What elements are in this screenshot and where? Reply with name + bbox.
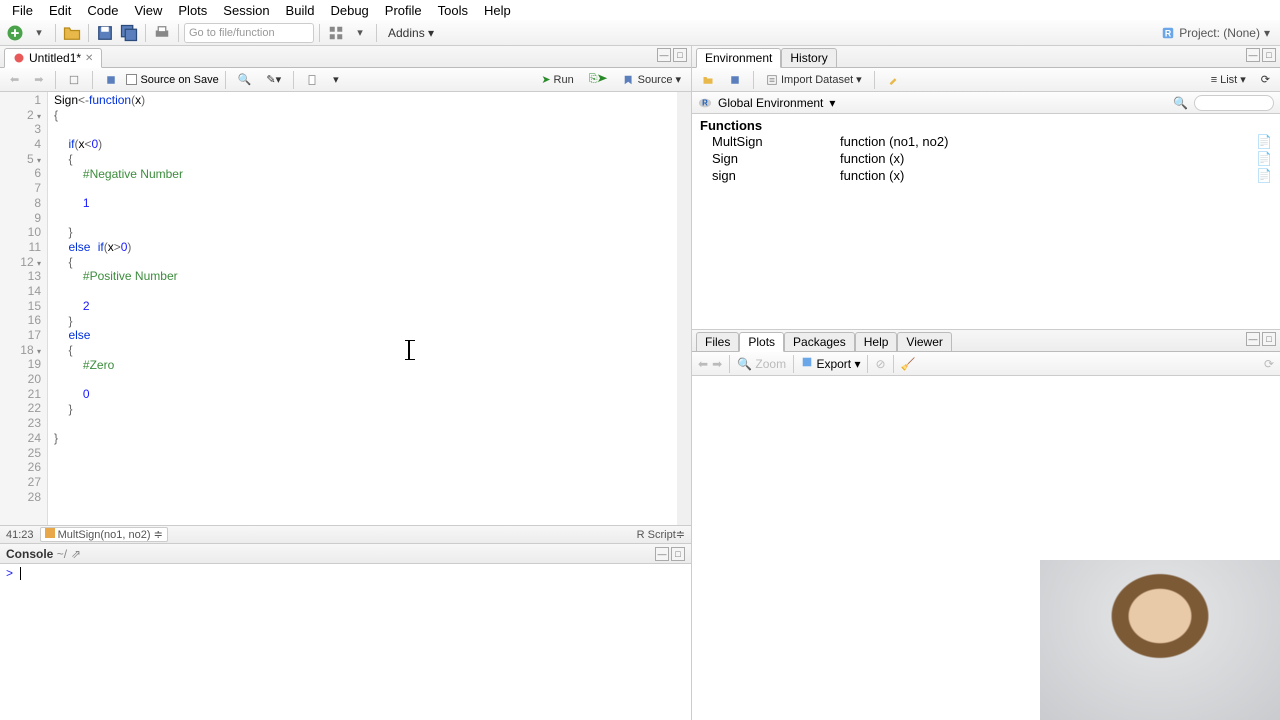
show-in-new-window-button[interactable] — [62, 71, 86, 89]
help-tab[interactable]: Help — [855, 332, 898, 352]
main-toolbar: ▾ Go to file/function ▾ Addins ▾ R Proje… — [0, 20, 1280, 46]
minimize-pane-button[interactable]: — — [657, 48, 671, 62]
env-row[interactable]: Signfunction (x)📄 — [700, 150, 1272, 167]
packages-tab[interactable]: Packages — [784, 332, 855, 352]
svg-text:R: R — [702, 98, 708, 107]
menu-debug[interactable]: Debug — [322, 3, 376, 18]
history-tab[interactable]: History — [781, 48, 836, 68]
search-icon: 🔍 — [1173, 96, 1188, 110]
menu-help[interactable]: Help — [476, 3, 519, 18]
function-breadcrumb[interactable]: MultSign(no1, no2) ≑ — [40, 527, 168, 542]
console-title: Console — [6, 547, 53, 561]
environment-tab[interactable]: Environment — [696, 48, 781, 68]
console-pane: Console ~/ ⇗ — □ > — [0, 544, 691, 720]
source-pane: Untitled1* ✕ — □ ⬅ ➡ Source on Save 🔍 — [0, 46, 691, 544]
files-tab[interactable]: Files — [696, 332, 739, 352]
save-all-button[interactable] — [118, 23, 140, 43]
language-mode[interactable]: R Script — [637, 529, 676, 541]
save-source-button[interactable] — [99, 71, 123, 89]
plots-minimize-button[interactable]: — — [1246, 332, 1260, 346]
viewer-tab[interactable]: Viewer — [897, 332, 951, 352]
menu-bar: File Edit Code View Plots Session Build … — [0, 0, 1280, 20]
open-file-button[interactable] — [61, 23, 83, 43]
compile-report-button[interactable] — [300, 71, 324, 89]
new-file-button[interactable] — [4, 23, 26, 43]
menu-session[interactable]: Session — [215, 3, 277, 18]
menu-plots[interactable]: Plots — [170, 3, 215, 18]
environment-scope[interactable]: Global Environment — [718, 96, 823, 110]
save-button[interactable] — [94, 23, 116, 43]
source-button[interactable]: Source ▾ — [617, 71, 687, 89]
rerun-button[interactable]: ⎘➤ — [583, 71, 614, 89]
text-cursor-icon — [408, 340, 410, 360]
compile-dropdown[interactable]: ▾ — [327, 71, 345, 89]
console-path: ~/ — [57, 547, 67, 561]
code-editor[interactable]: Sign<-function(x) { if(x<0) { #Negative … — [48, 92, 677, 525]
remove-plot-button[interactable]: ⊘ — [875, 357, 885, 371]
import-dataset-button[interactable]: Import Dataset ▾ — [760, 71, 868, 89]
menu-code[interactable]: Code — [79, 3, 126, 18]
menu-tools[interactable]: Tools — [430, 3, 476, 18]
addins-menu[interactable]: Addins ▾ — [382, 26, 440, 40]
view-mode-list[interactable]: ≡ List ▾ — [1205, 71, 1252, 89]
menu-edit[interactable]: Edit — [41, 3, 79, 18]
menu-file[interactable]: File — [4, 3, 41, 18]
export-button[interactable]: Export ▾ — [801, 356, 860, 371]
menu-build[interactable]: Build — [278, 3, 323, 18]
environment-pane: Environment History — □ Import Dataset ▾… — [692, 46, 1280, 330]
project-menu[interactable]: R Project: (None) ▾ — [1161, 26, 1276, 40]
plots-maximize-button[interactable]: □ — [1262, 332, 1276, 346]
env-maximize-button[interactable]: □ — [1262, 48, 1276, 62]
print-button[interactable] — [151, 23, 173, 43]
load-workspace-button[interactable] — [696, 71, 720, 89]
env-minimize-button[interactable]: — — [1246, 48, 1260, 62]
env-row[interactable]: MultSignfunction (no1, no2)📄 — [700, 133, 1272, 150]
source-tab[interactable]: Untitled1* ✕ — [4, 48, 102, 68]
menu-view[interactable]: View — [126, 3, 170, 18]
refresh-env-button[interactable]: ⟳ — [1255, 71, 1276, 89]
goto-file-function-input[interactable]: Go to file/function — [184, 23, 314, 43]
find-button[interactable]: 🔍 — [232, 71, 258, 89]
env-section-heading: Functions — [700, 118, 1272, 133]
grid-dropdown[interactable]: ▾ — [349, 23, 371, 43]
console-maximize-button[interactable]: □ — [671, 547, 685, 561]
source-on-save-checkbox[interactable] — [126, 74, 137, 85]
webcam-overlay — [1040, 560, 1280, 720]
grid-view-button[interactable] — [325, 23, 347, 43]
env-search-input[interactable] — [1194, 95, 1274, 111]
r-logo-icon: R — [698, 96, 712, 110]
forward-button[interactable]: ➡ — [28, 71, 49, 89]
console-path-icon[interactable]: ⇗ — [71, 547, 81, 561]
environment-list: Functions MultSignfunction (no1, no2)📄Si… — [692, 114, 1280, 329]
back-button[interactable]: ⬅ — [4, 71, 25, 89]
source-on-save-label: Source on Save — [140, 74, 218, 86]
r-file-icon — [13, 52, 25, 64]
plots-refresh-button[interactable]: ⟳ — [1264, 357, 1274, 371]
wand-button[interactable]: ✎▾ — [260, 71, 287, 89]
save-workspace-button[interactable] — [723, 71, 747, 89]
run-button[interactable]: ➤Run — [535, 71, 579, 89]
plot-prev-button[interactable]: ⬅ — [698, 357, 708, 371]
cursor-position: 41:23 — [6, 529, 34, 541]
env-row[interactable]: signfunction (x)📄 — [700, 167, 1272, 184]
plots-tab[interactable]: Plots — [739, 332, 784, 352]
console-minimize-button[interactable]: — — [655, 547, 669, 561]
line-gutter: 12 ▾345 ▾6789101112 ▾131415161718 ▾19202… — [0, 92, 48, 525]
zoom-button[interactable]: 🔍 Zoom — [737, 357, 786, 371]
menu-profile[interactable]: Profile — [377, 3, 430, 18]
clear-all-plots-button[interactable]: 🧹 — [901, 357, 916, 371]
new-project-button[interactable]: ▾ — [28, 23, 50, 43]
svg-text:R: R — [1165, 28, 1172, 38]
clear-workspace-button[interactable] — [881, 71, 905, 89]
console-input[interactable]: > — [0, 564, 691, 720]
plot-next-button[interactable]: ➡ — [712, 357, 722, 371]
vertical-scrollbar[interactable] — [677, 92, 691, 525]
maximize-pane-button[interactable]: □ — [673, 48, 687, 62]
close-tab-button[interactable]: ✕ — [85, 53, 93, 64]
